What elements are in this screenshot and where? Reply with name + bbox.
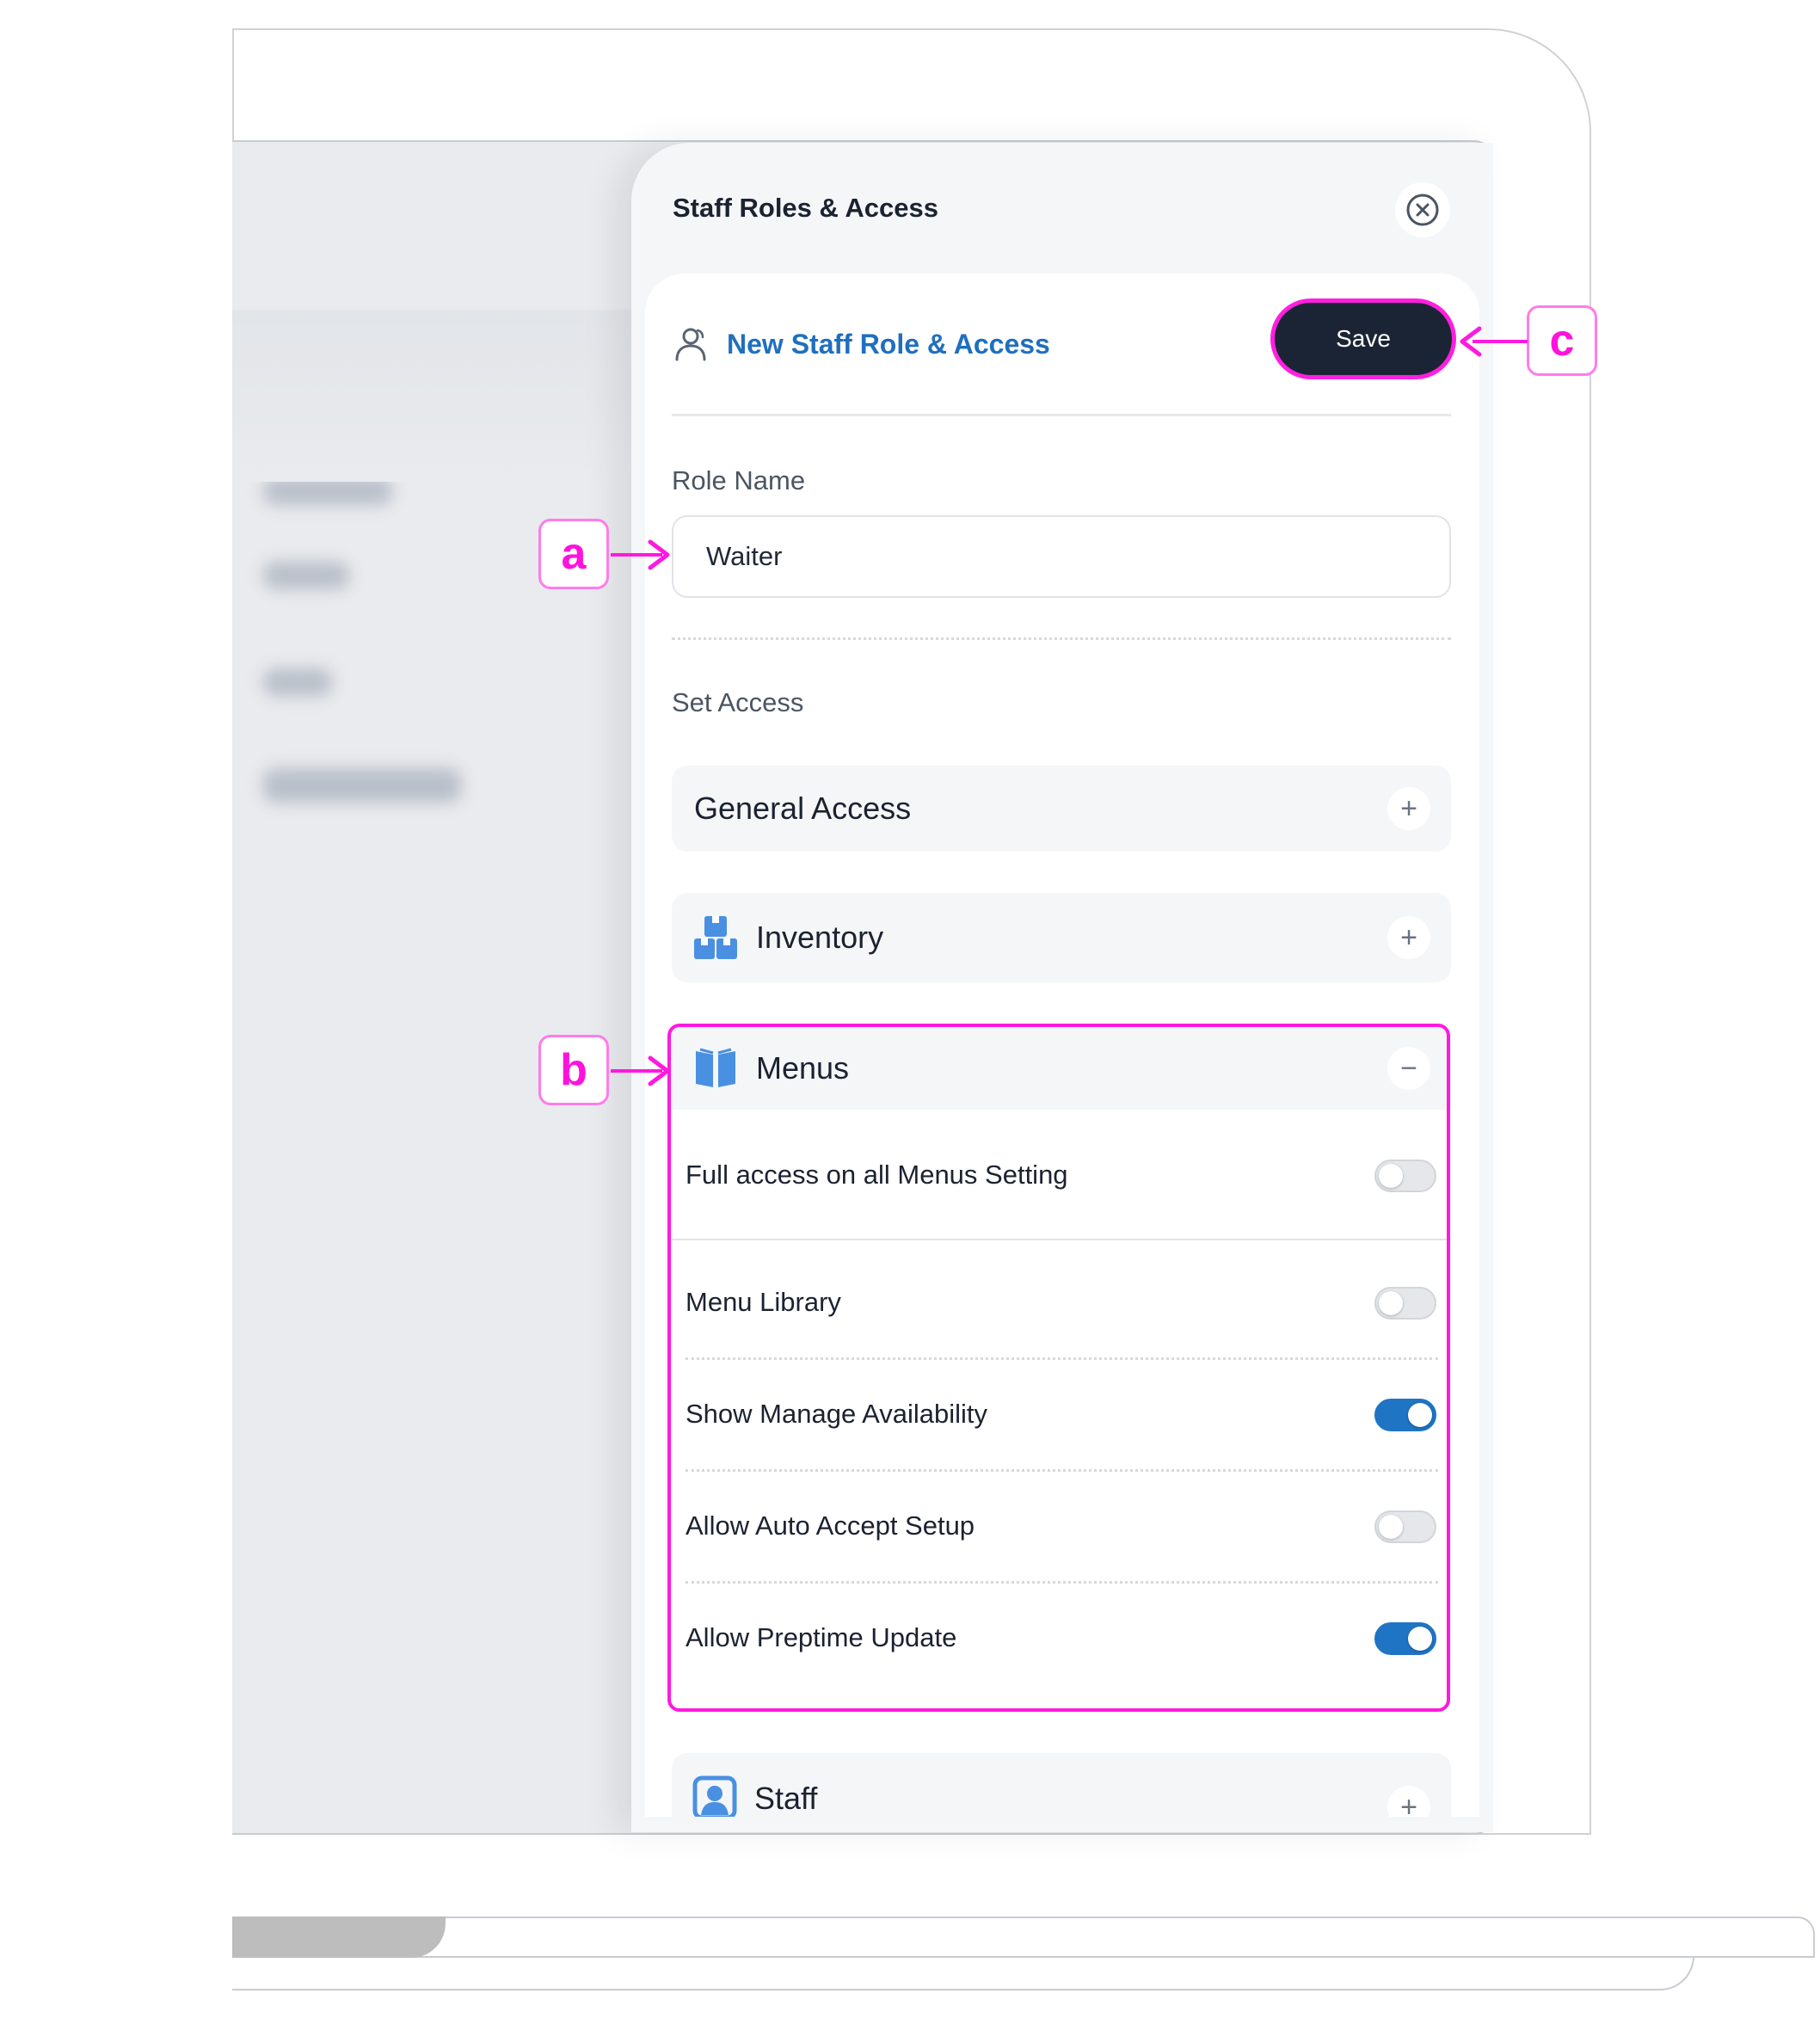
accordion-inventory[interactable]: Inventory + xyxy=(672,893,1451,982)
role-name-label: Role Name xyxy=(672,465,806,495)
plus-icon[interactable]: + xyxy=(1387,916,1430,959)
panel-title: Staff Roles & Access xyxy=(673,193,938,223)
save-button[interactable]: Save xyxy=(1275,303,1452,375)
dotted-divider xyxy=(672,637,1451,640)
blurred-header xyxy=(232,310,636,482)
close-button[interactable] xyxy=(1395,182,1450,237)
panel-bottom-edge xyxy=(645,1817,1479,1832)
marker-c: c xyxy=(1527,305,1597,376)
header-divider xyxy=(672,414,1451,416)
laptop-base-tab xyxy=(232,1916,446,1958)
blurred-item xyxy=(263,668,332,696)
laptop-foot xyxy=(232,1956,1694,1990)
person-badge-icon xyxy=(692,1775,737,1820)
accordion-label: General Access xyxy=(694,791,912,826)
boxes-icon xyxy=(694,916,737,959)
blurred-item xyxy=(263,768,461,803)
marker-a: a xyxy=(538,519,609,589)
laptop-base xyxy=(232,1916,1815,1958)
accordion-label: Staff xyxy=(754,1781,818,1816)
set-access-label: Set Access xyxy=(672,687,804,717)
close-icon xyxy=(1406,194,1439,226)
menus-highlight-box xyxy=(667,1024,1450,1712)
role-name-input[interactable]: Waiter xyxy=(672,515,1451,598)
user-icon xyxy=(675,328,706,361)
arrowhead-icon xyxy=(648,1055,670,1086)
arrowhead-icon xyxy=(648,539,670,570)
marker-b: b xyxy=(538,1035,609,1105)
blurred-item xyxy=(263,562,349,589)
accordion-general-access[interactable]: General Access + xyxy=(672,766,1451,852)
plus-icon[interactable]: + xyxy=(1387,787,1430,830)
accordion-staff[interactable]: Staff + xyxy=(672,1753,1451,1829)
accordion-label: Inventory xyxy=(756,920,884,955)
header-title: New Staff Role & Access xyxy=(727,329,1050,360)
arrowhead-icon xyxy=(1460,326,1482,357)
